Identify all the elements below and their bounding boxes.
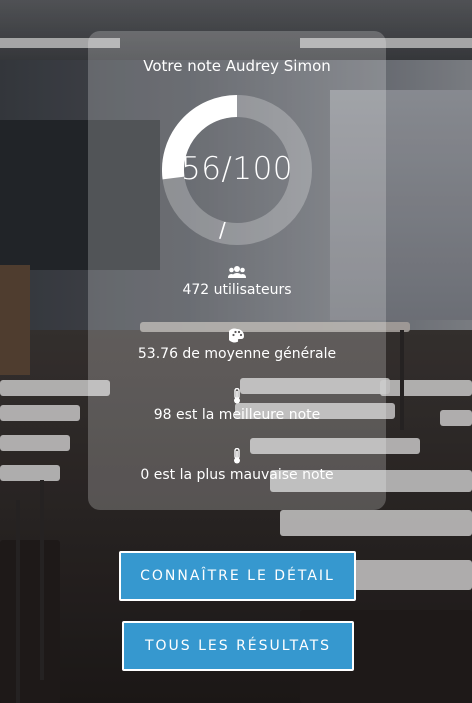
stat-worst-text: 0 est la plus mauvaise note bbox=[140, 467, 334, 483]
know-detail-button[interactable]: CONNAÎTRE LE DÉTAIL bbox=[119, 551, 356, 601]
thermometer-icon bbox=[234, 388, 240, 404]
stat-average-text: 53.76 de moyenne générale bbox=[137, 346, 337, 362]
stat-average: 53.76 de moyenne générale bbox=[88, 328, 386, 362]
stat-users: 472 utilisateurs bbox=[88, 265, 386, 298]
stat-users-text: 472 utilisateurs bbox=[182, 282, 292, 298]
thermometer-icon bbox=[234, 448, 240, 464]
score-card: Votre note Audrey Simon 56/100 / 472 uti… bbox=[88, 31, 386, 510]
stat-best: 98 est la meilleure note bbox=[88, 388, 386, 423]
score-value: 56/100 bbox=[180, 151, 294, 187]
card-title: Votre note Audrey Simon bbox=[143, 57, 331, 75]
stat-best-text: 98 est la meilleure note bbox=[153, 407, 321, 423]
all-results-button[interactable]: TOUS LES RÉSULTATS bbox=[122, 621, 354, 671]
score-slash: / bbox=[219, 218, 226, 242]
palette-icon bbox=[229, 328, 244, 343]
users-icon bbox=[228, 266, 246, 278]
stat-worst: 0 est la plus mauvaise note bbox=[88, 448, 386, 483]
